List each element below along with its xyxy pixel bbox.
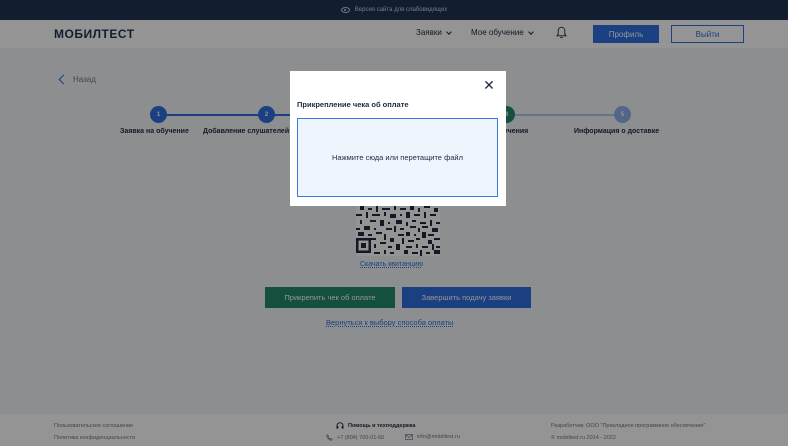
modal-title: Прикрепление чека об оплате bbox=[297, 100, 409, 109]
close-icon[interactable]: ✕ bbox=[482, 79, 496, 93]
attach-receipt-modal: ✕ Прикрепление чека об оплате Нажмите сю… bbox=[290, 71, 506, 206]
drop-zone-text: Нажмите сюда или перетащите файл bbox=[332, 153, 463, 162]
file-drop-zone[interactable]: Нажмите сюда или перетащите файл bbox=[297, 118, 498, 197]
modal-backdrop[interactable] bbox=[0, 0, 788, 446]
